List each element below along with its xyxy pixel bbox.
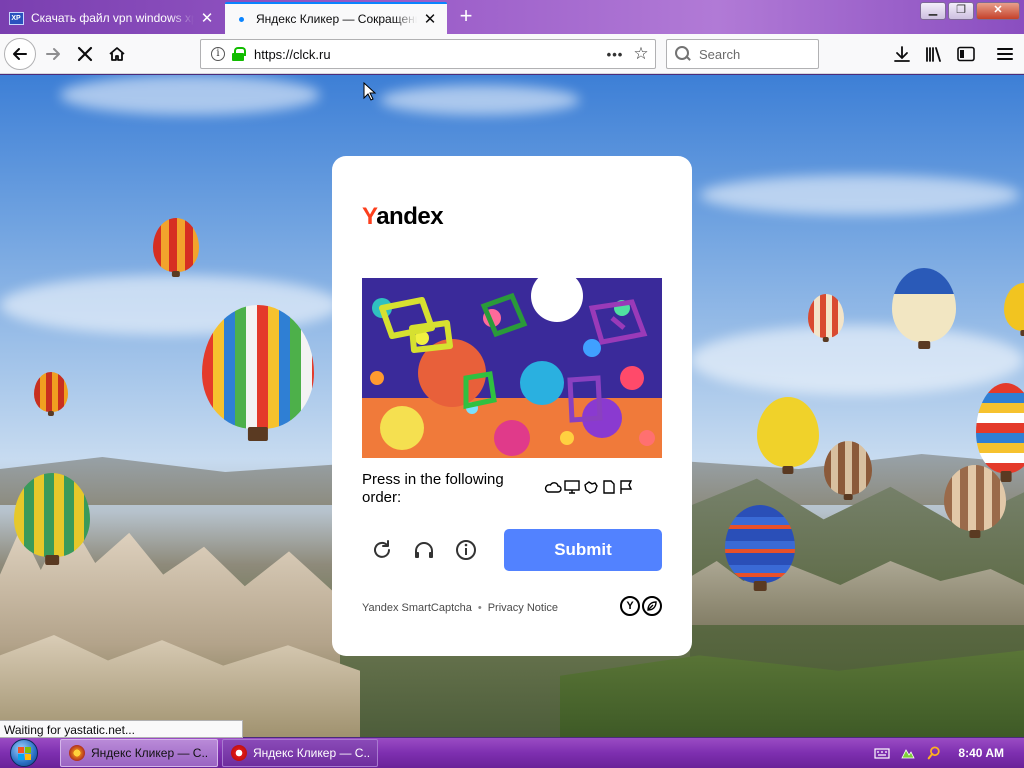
arrow-left-icon <box>13 48 27 60</box>
taskbar-item-firefox[interactable]: Яндекс Кликер — С... <box>60 739 218 767</box>
captcha-instruction: Press in the following order: <box>362 471 504 506</box>
windows-logo-icon <box>10 739 38 767</box>
tab-title: Яндекс Кликер — Сокращение <box>256 12 417 26</box>
home-button[interactable] <box>101 38 133 70</box>
yandex-badge-icon: Y <box>620 596 640 616</box>
mouse-cursor-icon <box>363 82 377 101</box>
cloud-icon <box>544 482 562 493</box>
document-icon <box>603 480 615 494</box>
footer-separator: • <box>477 602 482 614</box>
opera-icon <box>231 745 247 761</box>
back-button[interactable] <box>4 38 36 70</box>
loading-dot-icon <box>233 11 249 27</box>
captcha-picture[interactable] <box>362 278 662 458</box>
stop-loading-button[interactable] <box>69 38 101 70</box>
library-icon <box>926 47 941 62</box>
sidebar-icon <box>957 46 975 62</box>
smartcaptcha-link[interactable]: Yandex SmartCaptcha <box>362 602 472 614</box>
close-window-button[interactable]: ✕ <box>976 2 1020 20</box>
tab-download-vpn[interactable]: XP Скачать файл vpn windows xp ✕ <box>0 2 224 34</box>
forward-button[interactable] <box>37 38 69 70</box>
smartcaptcha-leaf-icon <box>642 596 662 616</box>
address-bar[interactable]: i https://clck.ru ••• ☆ <box>200 39 656 69</box>
secure-lock-icon[interactable] <box>232 47 246 61</box>
library-button[interactable] <box>918 38 950 70</box>
home-icon <box>109 47 125 61</box>
system-tray: 8:40 AM <box>874 738 1024 768</box>
taskbar-item-label: Яндекс Кликер — С... <box>253 746 369 760</box>
refresh-captcha-button[interactable] <box>370 538 394 562</box>
flag-icon <box>620 480 633 494</box>
page-viewport: Yandex Press in the following order: Sub… <box>0 75 1024 737</box>
captcha-footer: Yandex SmartCaptcha • Privacy Notice <box>362 602 558 614</box>
close-tab-icon[interactable]: ✕ <box>198 9 216 27</box>
captcha-badges: Y <box>620 596 662 616</box>
window-controls: ▁ ❐ ✕ <box>920 2 1020 20</box>
downloads-button[interactable] <box>886 38 918 70</box>
search-tray-icon[interactable] <box>926 746 942 760</box>
start-button[interactable] <box>4 738 44 768</box>
captcha-card: Yandex Press in the following order: Sub… <box>332 156 692 656</box>
monitor-icon <box>564 480 580 494</box>
search-icon <box>675 46 691 62</box>
arrow-right-icon <box>46 48 60 60</box>
search-input[interactable] <box>699 46 809 62</box>
headphones-icon <box>415 542 433 558</box>
firefox-icon <box>69 745 85 761</box>
tab-strip: XP Скачать файл vpn windows xp ✕ Яндекс … <box>0 0 1024 34</box>
refresh-icon <box>374 540 390 558</box>
keyboard-icon[interactable] <box>874 746 891 760</box>
hamburger-menu-button[interactable] <box>989 38 1021 70</box>
system-clock[interactable]: 8:40 AM <box>958 746 1004 760</box>
minimize-button[interactable]: ▁ <box>920 2 946 20</box>
target-order-icons <box>544 479 634 495</box>
search-box[interactable] <box>666 39 819 69</box>
privacy-notice-link[interactable]: Privacy Notice <box>488 602 558 614</box>
taskbar-item-label: Яндекс Кликер — С... <box>91 746 209 760</box>
taskbar-item-opera[interactable]: Яндекс Кликер — С... <box>222 739 378 767</box>
tab-yandex-clicker[interactable]: Яндекс Кликер — Сокращение ✕ <box>225 2 447 34</box>
new-tab-button[interactable]: + <box>452 4 480 30</box>
network-icon[interactable] <box>900 746 916 760</box>
restore-button[interactable]: ❐ <box>948 2 974 20</box>
tab-title: Скачать файл vpn windows xp <box>31 11 194 25</box>
windows-taskbar: Яндекс Кликер — С... Яндекс Кликер — С..… <box>0 738 1024 768</box>
captcha-info-button[interactable] <box>454 538 478 562</box>
sidebar-button[interactable] <box>950 38 982 70</box>
info-icon <box>456 540 476 560</box>
yandex-logo: Yandex <box>362 203 444 230</box>
close-icon <box>77 46 93 62</box>
hamburger-icon <box>997 48 1013 60</box>
fist-icon <box>584 481 598 494</box>
audio-captcha-button[interactable] <box>412 538 436 562</box>
bookmark-star-icon[interactable]: ☆ <box>627 44 655 64</box>
close-tab-icon[interactable]: ✕ <box>421 10 439 28</box>
url-text[interactable]: https://clck.ru <box>254 47 603 62</box>
status-bar: Waiting for yastatic.net... <box>0 720 243 738</box>
submit-button[interactable]: Submit <box>504 529 662 571</box>
page-actions-icon[interactable]: ••• <box>603 47 627 62</box>
site-favicon-icon: XP <box>8 10 24 26</box>
navigation-toolbar: i https://clck.ru ••• ☆ <box>0 34 1024 74</box>
site-info-icon[interactable]: i <box>211 47 225 61</box>
captcha-image[interactable] <box>362 278 662 458</box>
download-icon <box>894 46 910 62</box>
